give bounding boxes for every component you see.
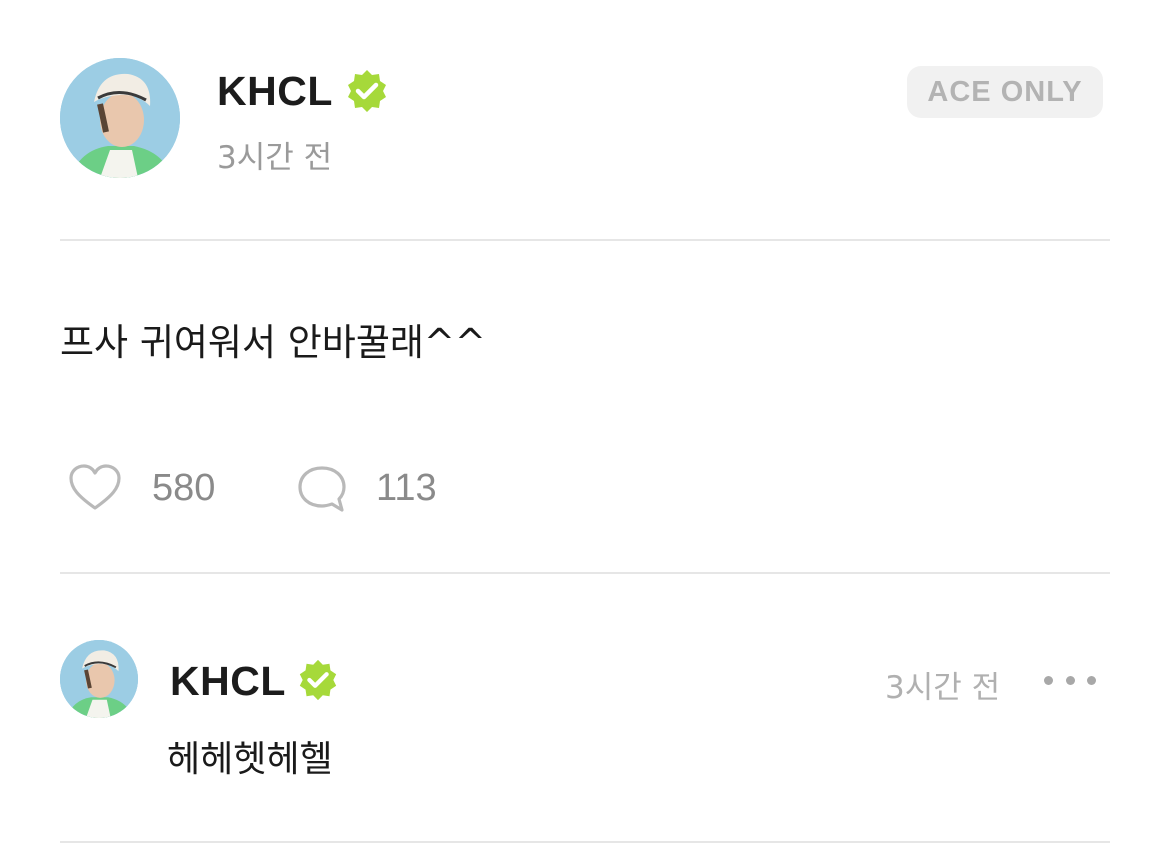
comment-item: KHCL 3시간 전 헤헤헷헤헬 xyxy=(60,640,1110,780)
dot xyxy=(1044,675,1053,685)
verified-badge-icon xyxy=(299,659,337,701)
dot xyxy=(1087,675,1096,685)
comment-time: 3시간 전 xyxy=(885,670,1001,706)
like-count: 580 xyxy=(152,467,216,509)
ace-only-badge: ACE ONLY xyxy=(907,66,1103,118)
comment-count: 113 xyxy=(376,467,437,509)
avatar-image xyxy=(60,640,138,718)
post-stats: 580 113 xyxy=(60,462,560,514)
verified-badge-icon xyxy=(348,70,386,112)
divider xyxy=(60,841,1110,843)
heart-icon[interactable] xyxy=(68,464,122,512)
comment-author[interactable]: KHCL xyxy=(170,658,286,705)
post-header: KHCL 3시간 전 ACE ONLY xyxy=(60,58,1110,182)
comment-text: 헤헤헷헤헬 xyxy=(167,739,333,780)
speech-bubble-icon[interactable] xyxy=(296,464,348,514)
comment-avatar[interactable] xyxy=(60,640,138,718)
avatar-image xyxy=(60,58,180,178)
divider xyxy=(60,572,1110,574)
post-text: 프사 귀여워서 안바꿀래^^ xyxy=(60,321,486,364)
more-dots-icon[interactable] xyxy=(1044,670,1096,690)
dot xyxy=(1065,675,1075,685)
avatar[interactable] xyxy=(60,58,180,178)
divider xyxy=(60,239,1110,241)
author-name[interactable]: KHCL xyxy=(217,68,333,115)
post-time: 3시간 전 xyxy=(217,140,333,176)
